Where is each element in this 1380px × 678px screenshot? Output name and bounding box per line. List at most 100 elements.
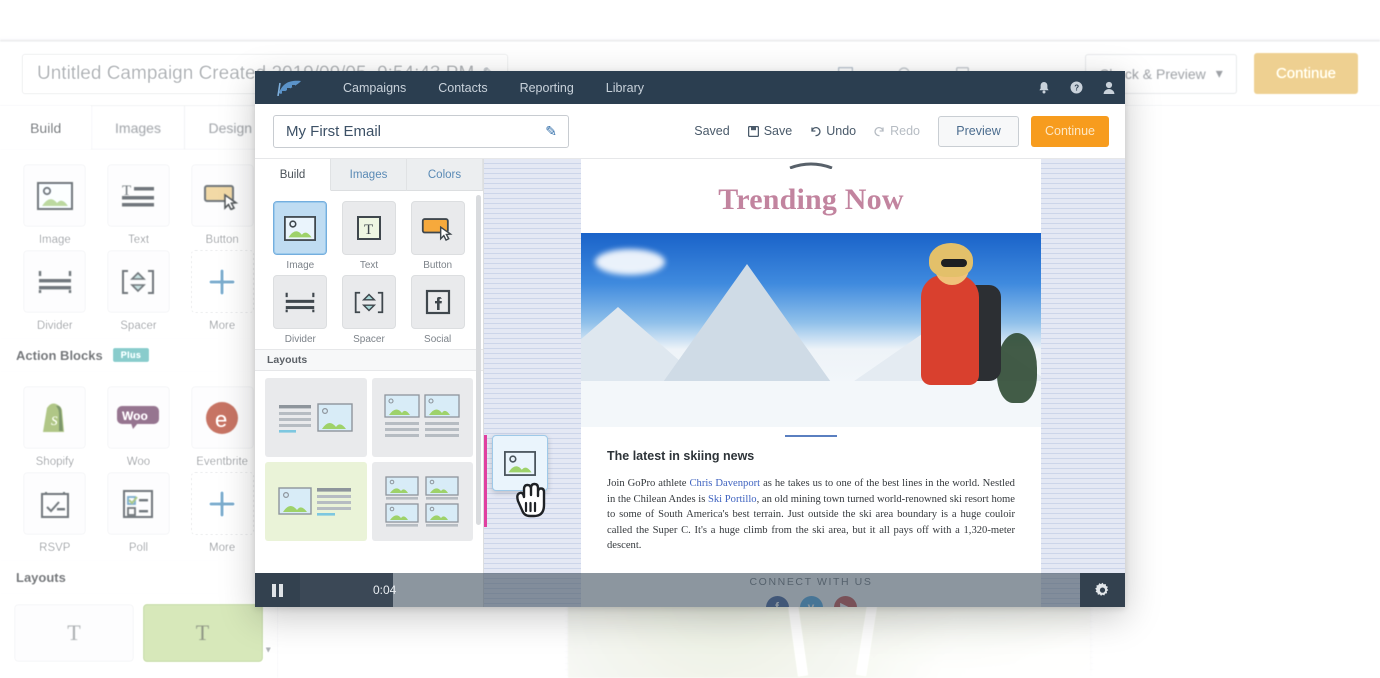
gear-icon[interactable] [1080, 573, 1125, 607]
block-label: Social [424, 334, 452, 345]
layout-four-image-grid[interactable] [371, 462, 473, 541]
saved-status: Saved [694, 124, 730, 138]
redo-button[interactable]: Redo [874, 124, 920, 138]
action-block-woo[interactable]: Woo Woo [98, 386, 180, 468]
email-divider [581, 427, 1041, 445]
action-blocks-header: Action Blocks Plus [0, 338, 277, 372]
layout-tile[interactable]: T [142, 604, 263, 662]
action-blocks-title: Action Blocks [16, 347, 103, 363]
text-block-icon: T [106, 164, 170, 227]
action-block-poll[interactable]: Poll [98, 472, 180, 554]
layout-tile[interactable]: T [14, 604, 134, 662]
divider-block-icon [273, 275, 328, 329]
block-label: Image [286, 260, 315, 271]
action-block-eventbrite[interactable]: e Eventbrite [181, 386, 263, 468]
chevron-down-icon: ▾ [1215, 65, 1223, 81]
layouts-title: Layouts [16, 569, 66, 585]
overlay-block-text[interactable]: T Text [336, 201, 403, 271]
overlay-block-social[interactable]: Social [404, 275, 471, 345]
layouts-header: Layouts [0, 560, 277, 594]
block-label: Button [423, 260, 453, 271]
overlay-sub-header: My First Email ✎ Saved Save Undo Redo Pr… [255, 104, 1125, 159]
bell-icon[interactable] [1028, 81, 1060, 94]
panel-scrollbar[interactable] [476, 195, 481, 525]
email-article[interactable]: The latest in skiing news Join GoPro ath… [581, 445, 1041, 564]
article-link-chris-davenport[interactable]: Chris Davenport [689, 478, 760, 489]
redo-label: Redo [890, 124, 920, 138]
nav-link-reporting[interactable]: Reporting [504, 81, 590, 95]
overlay-build-panel: Build Images Colors Image T Text Button … [255, 159, 484, 607]
video-time-label: 0:04 [373, 583, 397, 597]
nav-link-campaigns[interactable]: Campaigns [327, 81, 422, 95]
overlay-block-image[interactable]: Image [267, 201, 334, 271]
panel-tab-build[interactable]: Build [255, 159, 331, 191]
block-divider[interactable]: Divider [14, 250, 96, 332]
scroll-down-caret-icon[interactable]: ▾ [265, 643, 271, 656]
block-button[interactable]: Button [181, 164, 263, 246]
email-name-input[interactable]: My First Email ✎ [273, 114, 569, 148]
block-text[interactable]: T Text [98, 164, 180, 246]
pause-button[interactable] [255, 573, 300, 607]
email-name-value: My First Email [286, 122, 381, 140]
nav-link-contacts[interactable]: Contacts [422, 81, 503, 95]
layout-text-left-image-right[interactable] [265, 378, 367, 457]
overlay-panel-tabs: Build Images Colors [255, 159, 483, 191]
spacer-block-icon [106, 250, 170, 313]
action-block-grid: S Shopify Woo Woo e Eventbrite RSVP Poll… [0, 372, 277, 560]
article-text: Join GoPro athlete [607, 478, 690, 489]
panel-tab-colors[interactable]: Colors [407, 159, 483, 191]
panel-tab-images[interactable]: Images [331, 159, 407, 191]
save-button[interactable]: Save [747, 124, 792, 138]
grab-hand-cursor [512, 481, 548, 521]
overlay-layouts-header: Layouts [255, 349, 483, 371]
layout-tile-glyph: T [195, 620, 210, 645]
video-progress-track[interactable]: 0:04 [300, 573, 1080, 607]
plus-icon [190, 250, 254, 313]
help-icon[interactable]: ? [1060, 81, 1093, 94]
svg-text:e: e [215, 407, 227, 432]
action-block-more[interactable]: More [181, 472, 263, 554]
divider-block-icon [23, 250, 87, 313]
block-label: RSVP [39, 542, 71, 554]
overlay-block-spacer[interactable]: Spacer [336, 275, 403, 345]
block-label: Poll [128, 542, 149, 554]
user-icon[interactable] [1093, 81, 1125, 94]
image-block-icon [273, 201, 328, 255]
email-top-ornament [581, 159, 1041, 169]
overlay-continue-button[interactable]: Continue [1031, 115, 1109, 147]
block-image[interactable]: Image [14, 164, 96, 246]
email-hero-image[interactable] [581, 233, 1041, 427]
constant-contact-logo-icon[interactable] [277, 80, 303, 96]
article-link-ski-portillo[interactable]: Ski Portillo [708, 494, 757, 505]
preview-button[interactable]: Preview [938, 115, 1019, 147]
video-controls[interactable]: 0:04 [255, 573, 1125, 607]
layout-image-left-text-right[interactable] [265, 462, 367, 541]
image-block-icon [23, 164, 87, 227]
pause-icon [272, 583, 283, 597]
block-label: More [209, 542, 236, 554]
overlay-block-divider[interactable]: Divider [267, 275, 334, 345]
tree-shape [997, 333, 1037, 403]
block-label: Shopify [35, 456, 74, 468]
background-continue-button[interactable]: Continue [1254, 53, 1358, 94]
tutorial-video-overlay[interactable]: Campaigns Contacts Reporting Library ? M… [255, 71, 1125, 607]
background-sidebar: Build Images Design Image T Text Button … [0, 106, 278, 678]
skier-jacket-shape [921, 275, 979, 385]
nav-link-library[interactable]: Library [590, 81, 660, 95]
undo-label: Undo [826, 124, 857, 138]
action-block-shopify[interactable]: S Shopify [14, 386, 96, 468]
overlay-body: Build Images Colors Image T Text Button … [255, 159, 1125, 607]
block-more[interactable]: More [181, 250, 263, 332]
layout-two-image-columns[interactable] [371, 378, 473, 457]
article-body: Join GoPro athlete Chris Davenport as he… [607, 476, 1015, 554]
overlay-block-button[interactable]: Button [404, 201, 471, 271]
tab-images[interactable]: Images [92, 106, 185, 149]
pencil-icon[interactable]: ✎ [545, 123, 557, 140]
overlay-email-canvas: Trending Now The latest in skiing news J… [484, 159, 1125, 607]
block-label: Image [38, 234, 71, 246]
block-spacer[interactable]: Spacer [98, 250, 180, 332]
overlay-top-nav: Campaigns Contacts Reporting Library ? [255, 71, 1125, 104]
tab-build[interactable]: Build [0, 106, 93, 149]
action-block-rsvp[interactable]: RSVP [14, 472, 96, 554]
undo-button[interactable]: Undo [810, 124, 856, 138]
